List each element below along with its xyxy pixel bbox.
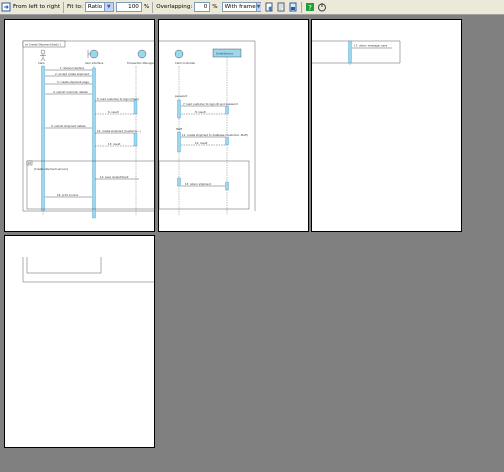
message-label: 15: return shipment (185, 182, 211, 186)
message-label: 10: create shipment (Customer...) (97, 129, 141, 133)
message-label: 1: Shows Interface (60, 66, 85, 70)
fragment-guard: [Create shipment service] (34, 167, 68, 171)
print-page-4[interactable] (4, 235, 155, 448)
close-preview-icon[interactable] (317, 2, 327, 12)
frame-value: With frame (224, 4, 256, 10)
fit-to-select[interactable]: Ratio ▼ (84, 2, 114, 12)
ratio-input[interactable]: 100 (115, 2, 142, 12)
ratio-percent-label: % (143, 4, 150, 10)
lifeline-label: OrderService (216, 52, 233, 56)
fit-to-label: Fit to: (67, 4, 83, 10)
print-page-3[interactable]: 17: return message: save (311, 19, 462, 232)
control-icon (174, 49, 184, 59)
message-label: 5: load customer to login (Clerk) (97, 97, 139, 101)
page-setup-icon[interactable] (264, 2, 274, 12)
boundary-icon (89, 49, 99, 59)
message-label: 3: create shipment page (57, 80, 89, 84)
control-icon (137, 49, 147, 59)
print-page-2[interactable]: Clerk Controller OrderService password 7… (158, 19, 309, 232)
svg-text:?: ? (308, 4, 312, 12)
message-label: 16: print invoice (57, 193, 79, 197)
lifeline-label: User Interface (85, 61, 104, 65)
message-label: 13: result (108, 142, 120, 146)
print-icon[interactable] (276, 2, 286, 12)
frame-select[interactable]: With frame ▼ (221, 2, 261, 12)
message-label: 9: submit shipment details (51, 124, 86, 128)
message-label: 12: result (195, 141, 207, 145)
diagram-frame-title: sd Create Shipment (test) 1 (25, 43, 61, 47)
lifeline-label: Clerk Controller (175, 61, 196, 65)
clipped-label: Staff (176, 127, 182, 131)
message-label: 2: accept create shipment (55, 72, 89, 76)
overlapping-input[interactable]: 0 (194, 2, 211, 12)
diagram-page-2: Clerk Controller OrderService password 7… (159, 40, 256, 215)
message-label: 8: result (195, 110, 206, 114)
toolbar-separator (63, 1, 65, 13)
toolbar-separator (152, 1, 154, 13)
print-page-1[interactable]: sd Create Shipment (test) 1 Clerk User I… (4, 19, 156, 232)
export-icon[interactable] (288, 2, 298, 12)
diagram-page-3: 17: return message: save (312, 40, 401, 65)
overlapping-label: Overlapping: (156, 4, 193, 10)
toolbar-separator (300, 1, 302, 13)
message-label: 4: submit customer details (53, 90, 88, 94)
clipped-label: password (175, 94, 188, 98)
fragment-operator: alt (28, 161, 31, 165)
lifeline-label: Clerk (38, 61, 45, 65)
actor-icon (40, 49, 46, 55)
overlapping-percent-label: % (212, 4, 218, 10)
diagram-page-4 (22, 257, 155, 283)
chevron-down-icon[interactable]: ▼ (255, 3, 261, 11)
message-label: 11: create shipment to database (Custome… (182, 133, 248, 137)
page-order-icon[interactable] (1, 2, 11, 12)
message-label: 14: save receipt/ment (100, 175, 129, 179)
message-label: 6: result (108, 110, 119, 114)
diagram-page-1: sd Create Shipment (test) 1 Clerk User I… (22, 40, 156, 219)
fit-to-value: Ratio (87, 4, 103, 10)
lifeline-label: Transaction Manager (127, 61, 155, 65)
chevron-down-icon[interactable]: ▼ (103, 3, 113, 11)
help-icon[interactable]: ? (305, 2, 315, 12)
message-label: 17: return message: save (354, 44, 388, 48)
message-label: 7: load customer to login ID and passwor… (183, 102, 238, 106)
page-order-label[interactable]: From left to right (13, 4, 60, 10)
print-preview-toolbar: From left to right Fit to: Ratio ▼ 100 %… (0, 0, 504, 15)
